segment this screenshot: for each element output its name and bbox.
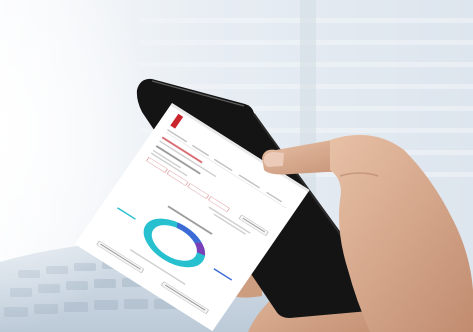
pointing-hand bbox=[262, 134, 473, 332]
fingernail bbox=[263, 152, 284, 167]
palm-and-wrist bbox=[330, 134, 473, 332]
